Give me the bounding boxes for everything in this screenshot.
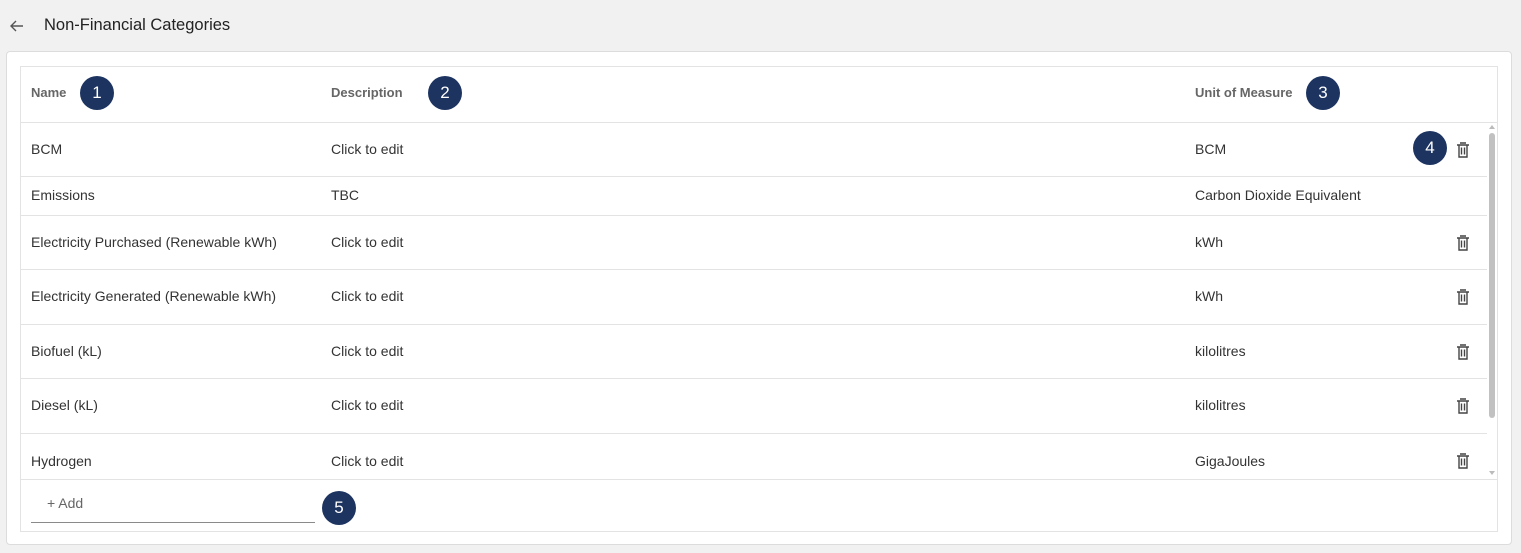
cell-description[interactable]: Click to edit bbox=[331, 397, 403, 413]
cell-name[interactable]: Diesel (kL) bbox=[31, 397, 98, 413]
table-row: Hydrogen Click to edit GigaJoules bbox=[21, 434, 1487, 479]
page-title: Non-Financial Categories bbox=[44, 16, 231, 34]
table-row: Electricity Generated (Renewable kWh) Cl… bbox=[21, 270, 1487, 325]
cell-description[interactable]: TBC bbox=[331, 187, 359, 203]
cell-unit[interactable]: Carbon Dioxide Equivalent bbox=[1195, 187, 1361, 203]
top-bar: Non-Financial Categories bbox=[0, 0, 1521, 52]
add-category-input[interactable] bbox=[31, 485, 315, 521]
annotation-badge-1: 1 bbox=[80, 76, 114, 110]
trash-icon[interactable] bbox=[1455, 288, 1471, 306]
annotation-badge-2: 2 bbox=[428, 76, 462, 110]
cell-unit[interactable]: kilolitres bbox=[1195, 343, 1246, 359]
scroll-up-arrow-icon[interactable] bbox=[1489, 125, 1495, 129]
scroll-down-arrow-icon[interactable] bbox=[1489, 471, 1495, 475]
cell-description[interactable]: Click to edit bbox=[331, 343, 403, 359]
cell-description[interactable]: Click to edit bbox=[331, 141, 403, 157]
cell-unit[interactable]: kWh bbox=[1195, 288, 1223, 304]
annotation-badge-4: 4 bbox=[1413, 131, 1447, 165]
column-header-name[interactable]: Name bbox=[31, 85, 66, 100]
cell-name[interactable]: BCM bbox=[31, 141, 62, 157]
trash-icon[interactable] bbox=[1455, 397, 1471, 415]
trash-icon[interactable] bbox=[1455, 141, 1471, 159]
cell-name[interactable]: Electricity Purchased (Renewable kWh) bbox=[31, 234, 277, 250]
annotation-badge-3: 3 bbox=[1306, 76, 1340, 110]
table-row: Electricity Purchased (Renewable kWh) Cl… bbox=[21, 216, 1487, 270]
cell-unit[interactable]: kilolitres bbox=[1195, 397, 1246, 413]
cell-unit[interactable]: GigaJoules bbox=[1195, 453, 1265, 469]
cell-unit[interactable]: BCM bbox=[1195, 141, 1226, 157]
column-header-unit[interactable]: Unit of Measure bbox=[1195, 85, 1293, 100]
cell-name[interactable]: Hydrogen bbox=[31, 453, 92, 469]
vertical-scrollbar[interactable] bbox=[1487, 123, 1497, 479]
annotation-badge-5: 5 bbox=[322, 491, 356, 525]
table-row: BCM Click to edit BCM bbox=[21, 123, 1487, 177]
trash-icon[interactable] bbox=[1455, 343, 1471, 361]
back-button[interactable] bbox=[6, 15, 28, 37]
cell-description[interactable]: Click to edit bbox=[331, 453, 403, 469]
cell-description[interactable]: Click to edit bbox=[331, 288, 403, 304]
cell-unit[interactable]: kWh bbox=[1195, 234, 1223, 250]
cell-name[interactable]: Emissions bbox=[31, 187, 95, 203]
categories-table: Name Description Unit of Measure BCM Cli… bbox=[20, 66, 1498, 532]
cell-description[interactable]: Click to edit bbox=[331, 234, 403, 250]
table-row: Diesel (kL) Click to edit kilolitres bbox=[21, 379, 1487, 434]
table-row: Emissions TBC Carbon Dioxide Equivalent bbox=[21, 177, 1487, 216]
scroll-thumb[interactable] bbox=[1489, 133, 1495, 418]
trash-icon[interactable] bbox=[1455, 234, 1471, 252]
column-header-description[interactable]: Description bbox=[331, 85, 403, 100]
add-category-field bbox=[31, 485, 315, 523]
footer-divider bbox=[21, 479, 1497, 480]
table-body: BCM Click to edit BCM Emissions TBC Carb… bbox=[21, 123, 1487, 479]
table-header: Name Description Unit of Measure bbox=[21, 67, 1497, 123]
arrow-left-icon bbox=[10, 20, 23, 32]
cell-name[interactable]: Electricity Generated (Renewable kWh) bbox=[31, 288, 276, 304]
cell-name[interactable]: Biofuel (kL) bbox=[31, 343, 102, 359]
table-row: Biofuel (kL) Click to edit kilolitres bbox=[21, 325, 1487, 379]
trash-icon[interactable] bbox=[1455, 452, 1471, 470]
